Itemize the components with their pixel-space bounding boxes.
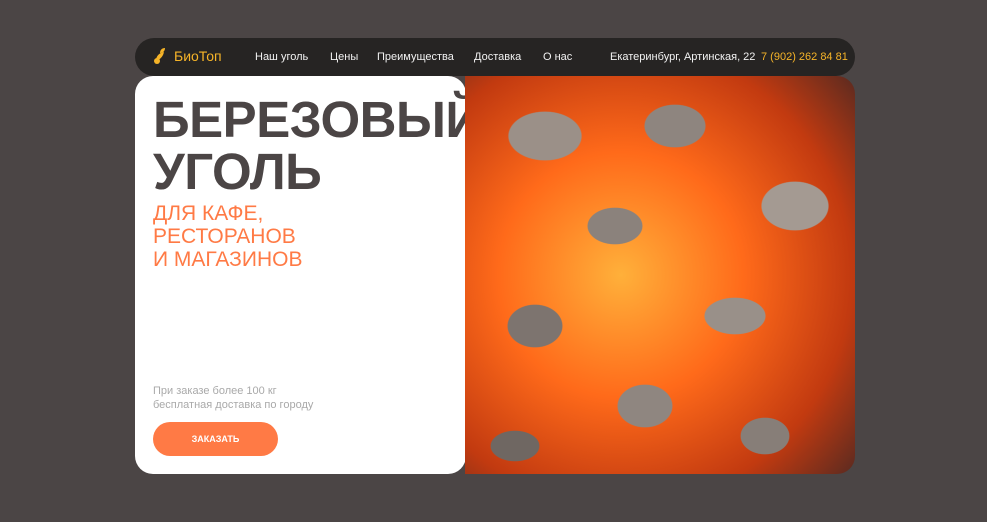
top-navigation: БиоТоп Наш уголь Цены Преимущества Доста… [135, 38, 855, 76]
note-line: При заказе более 100 кг [153, 385, 277, 397]
order-button[interactable]: ЗАКАЗАТЬ [153, 422, 278, 456]
leaf-icon [154, 48, 165, 64]
hero-card: БЕРЕЗОВЫЙ УГОЛЬ ДЛЯ КАФЕ, РЕСТОРАНОВ И М… [135, 76, 482, 474]
nav-item-prices[interactable]: Цены [330, 51, 358, 63]
title-line: БЕРЕЗОВЫЙ [153, 91, 482, 148]
subtitle-line: ДЛЯ КАФЕ, [153, 202, 264, 225]
hero-title: БЕРЕЗОВЫЙ УГОЛЬ [153, 94, 482, 198]
subtitle-line: РЕСТОРАНОВ [153, 225, 296, 248]
delivery-note: При заказе более 100 кг бесплатная доста… [153, 384, 313, 412]
nav-item-delivery[interactable]: Доставка [474, 51, 521, 63]
subtitle-line: И МАГАЗИНОВ [153, 248, 303, 271]
hero-subtitle: ДЛЯ КАФЕ, РЕСТОРАНОВ И МАГАЗИНОВ [153, 202, 302, 271]
burning-coal-image [465, 76, 855, 474]
address: Екатеринбург, Артинская, 22 [610, 51, 756, 63]
title-line: УГОЛЬ [153, 143, 322, 200]
logo-text: БиоТоп [174, 48, 222, 64]
nav-item-about[interactable]: О нас [543, 51, 572, 63]
logo[interactable]: БиоТоп [153, 47, 222, 65]
nav-item-advantages[interactable]: Преимущества [377, 51, 454, 63]
note-line: бесплатная доставка по городу [153, 399, 314, 411]
nav-item-our-coal[interactable]: Наш уголь [255, 51, 308, 63]
phone-link[interactable]: 7 (902) 262 84 81 [761, 51, 848, 63]
